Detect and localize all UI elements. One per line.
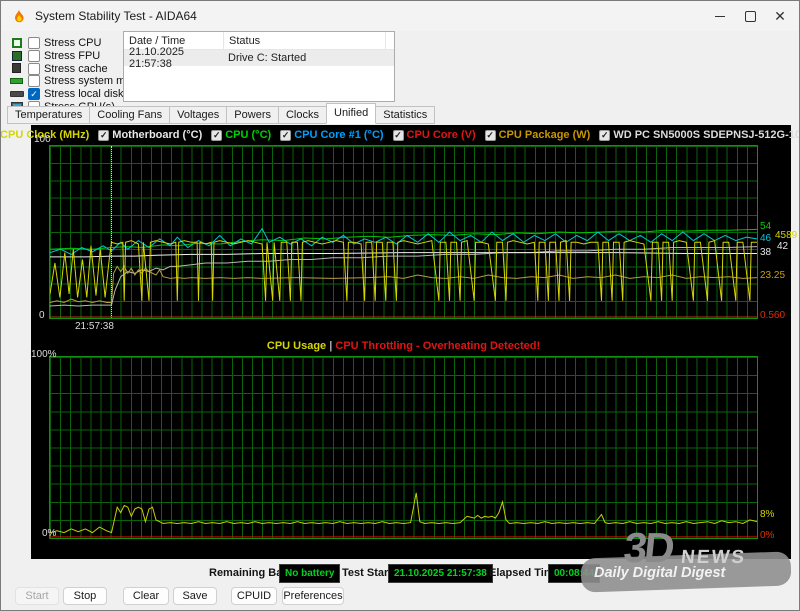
stress-cache-checkbox[interactable]: ✓ [28,63,40,75]
clear-button[interactable]: Clear [123,587,169,605]
chart-value-label: 38 [760,248,771,258]
legend-cpu-core-volt[interactable]: ✓CPU Core (V) [393,129,476,141]
aida64-flame-icon [11,8,27,24]
legend-checkbox-icon: ✓ [211,130,222,141]
legend-checkbox-icon: ✓ [98,130,109,141]
close-button[interactable]: ✕ [765,1,795,31]
close-icon: ✕ [774,9,786,23]
series-cpu-core1-temp [50,229,757,255]
minimize-button[interactable] [705,1,735,31]
save-button[interactable]: Save [173,587,217,605]
log-header-status: Status [224,32,386,49]
stress-fpu-label: Stress FPU [44,50,100,62]
chart-value-label: 8% [760,510,774,520]
legend-checkbox-icon: ✓ [485,130,496,141]
chart-value-label: 46 [760,234,771,244]
throttling-warning: CPU Throttling - Overheating Detected! [335,340,540,352]
chart-value-label: 21:57:38 [75,322,114,332]
stop-button[interactable]: Stop [63,587,107,605]
window-title: System Stability Test - AIDA64 [35,9,197,23]
log-row[interactable]: 21.10.2025 21:57:38 Drive C: Started [124,50,394,66]
legend-cpu-temp[interactable]: ✓CPU (°C) [211,129,271,141]
battery-value: No battery [279,564,340,583]
title-bar: System Stability Test - AIDA64 ✕ [1,1,799,31]
tab-cooling-fans[interactable]: Cooling Fans [89,106,170,124]
fpu-icon [9,50,24,61]
cpuid-button[interactable]: CPUID [231,587,277,605]
cpu-usage-title: CPU Usage [267,340,326,352]
elapsed-value: 00:08:44 [548,564,600,583]
series-cpu-temp [50,229,757,249]
status-bar: Remaining Battery: No battery Test Start… [1,563,799,585]
cpu-icon [9,37,24,48]
legend-cpu-package[interactable]: ✓CPU Package (W) [485,129,591,141]
stress-cpu-checkbox[interactable]: ✓ [28,37,40,49]
disk-icon [9,89,24,100]
chart-value-label: 4589 [775,231,797,241]
log-scrollbar[interactable] [386,32,394,49]
legend-cpu-core1[interactable]: ✓CPU Core #1 (°C) [280,129,383,141]
event-log-table: Date / Time Status 21.10.2025 21:57:38 D… [123,31,395,102]
stress-cache-label: Stress cache [44,63,108,75]
chart-panel: ✓CPU Clock (MHz) ✓Motherboard (°C) ✓CPU … [31,125,791,559]
test-started-value: 21.10.2025 21:57:38 [388,564,493,583]
legend-wd-ssd[interactable]: ✓WD PC SN5000S SDEPNSJ-512G-1032 (°C) [599,129,800,141]
series-cpu-clock [50,241,757,301]
tab-powers[interactable]: Powers [226,106,279,124]
log-row-datetime: 21.10.2025 21:57:38 [124,46,223,70]
preferences-button[interactable]: Preferences [282,587,344,605]
log-row-status: Drive C: Started [223,52,394,64]
legend-motherboard[interactable]: ✓Motherboard (°C) [98,129,202,141]
tab-temperatures[interactable]: Temperatures [7,106,90,124]
chart-value-label: 0% [42,529,56,539]
chart-value-label: 42 [777,242,788,252]
stress-disks-label: Stress local disks [44,88,129,100]
memory-icon [9,76,24,87]
tab-bar: Temperatures Cooling Fans Voltages Power… [7,107,434,124]
maximize-button[interactable] [735,1,765,31]
stress-disks-checkbox[interactable]: ✓ [28,88,40,100]
app-window: System Stability Test - AIDA64 ✕ ✓ Stres… [0,0,800,611]
chart-value-label: 54 [760,222,771,232]
chart-legend: ✓CPU Clock (MHz) ✓Motherboard (°C) ✓CPU … [31,129,791,141]
cache-icon [9,63,24,74]
legend-checkbox-icon: ✓ [280,130,291,141]
legend-checkbox-icon: ✓ [599,130,610,141]
tab-statistics[interactable]: Statistics [375,106,435,124]
chart-value-label: 0.560 [760,311,785,321]
tab-unified[interactable]: Unified [326,103,376,124]
stress-fpu-checkbox[interactable]: ✓ [28,50,40,62]
series-cpu-usage [50,493,757,533]
chart-value-label: 100 [34,135,51,145]
unified-chart-series [50,146,757,318]
tab-clocks[interactable]: Clocks [278,106,327,124]
chart-value-label: 100% [31,350,57,360]
tab-voltages[interactable]: Voltages [169,106,227,124]
cpu-usage-series [50,357,757,538]
unified-chart-plot [49,145,758,319]
chart-value-label: 0 [39,311,45,321]
chart-value-label: 0% [760,531,774,541]
start-button[interactable]: Start [15,587,59,605]
stress-memory-checkbox[interactable]: ✓ [28,75,40,87]
chart-value-label: 23.25 [760,271,785,281]
legend-checkbox-icon: ✓ [393,130,404,141]
maximize-icon [745,11,756,22]
cpu-usage-plot [49,356,758,539]
cpu-usage-chart-title: CPU Usage | CPU Throttling - Overheating… [49,340,758,352]
minimize-icon [715,16,725,17]
stress-cpu-label: Stress CPU [44,37,101,49]
